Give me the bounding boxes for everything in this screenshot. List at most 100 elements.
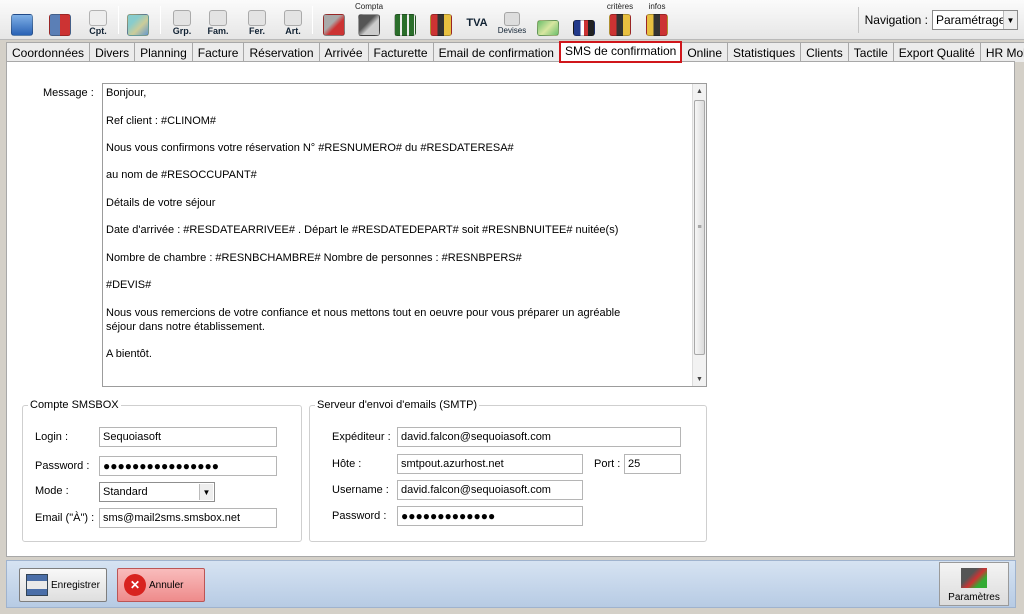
floorplan-icon[interactable] bbox=[391, 4, 419, 36]
tab-clients[interactable]: Clients bbox=[800, 42, 849, 62]
message-line: A bientôt. bbox=[106, 348, 152, 360]
host-label: Hôte : bbox=[332, 458, 362, 470]
tab-online[interactable]: Online bbox=[681, 42, 729, 62]
building-icon[interactable] bbox=[46, 4, 74, 36]
mode-value: Standard bbox=[103, 486, 148, 498]
info-button[interactable]: infos bbox=[643, 2, 671, 36]
smsbox-password-input[interactable]: ●●●●●●●●●●●●●●●● bbox=[99, 456, 277, 476]
scroll-thumb[interactable]: ≡ bbox=[694, 100, 705, 355]
criteria-icon bbox=[609, 14, 631, 36]
smsbox-title: Compte SMSBOX bbox=[28, 399, 121, 411]
smtp-group: Serveur d'envoi d'emails (SMTP) Expédite… bbox=[309, 399, 707, 542]
sender-label: Expéditeur : bbox=[332, 431, 391, 443]
message-textarea[interactable]: Bonjour, Ref client : #CLINOM# Nous vous… bbox=[102, 83, 707, 387]
login-label: Login : bbox=[35, 431, 69, 443]
people-icon[interactable] bbox=[427, 4, 455, 36]
article-button[interactable]: Art. bbox=[279, 4, 307, 36]
message-line: Nous vous confirmons votre réservation N… bbox=[106, 142, 514, 154]
password-label: Password : bbox=[35, 460, 90, 472]
message-line: Bonjour, bbox=[106, 87, 147, 99]
tab-statistiques[interactable]: Statistiques bbox=[727, 42, 802, 62]
tab-facturette[interactable]: Facturette bbox=[367, 42, 434, 62]
tax-button[interactable]: TVA bbox=[463, 4, 491, 36]
chevron-down-icon: ▼ bbox=[1003, 11, 1017, 29]
tab-email-confirmation[interactable]: Email de confirmation bbox=[432, 42, 560, 62]
map-icon[interactable] bbox=[534, 4, 562, 36]
message-label: Message : bbox=[43, 87, 94, 99]
smsbox-email-input[interactable]: sms@mail2sms.smsbox.net bbox=[99, 508, 277, 528]
port-label: Port : bbox=[594, 458, 621, 470]
smtp-host-input[interactable]: smtpout.azurhost.net bbox=[397, 454, 583, 474]
smtp-username-input[interactable]: david.falcon@sequoiasoft.com bbox=[397, 480, 583, 500]
chevron-down-icon: ▼ bbox=[199, 484, 213, 500]
family-button[interactable]: Fam. bbox=[204, 4, 232, 36]
currency-button[interactable]: Devises bbox=[498, 4, 526, 36]
navigation: Navigation : Paramétrage ▼ bbox=[857, 7, 1018, 33]
parameters-button[interactable]: Paramètres bbox=[939, 562, 1009, 606]
accounting-tools-button[interactable]: Compta bbox=[355, 2, 384, 36]
smtp-password-input[interactable]: ●●●●●●●●●●●●● bbox=[397, 506, 583, 526]
message-scrollbar[interactable]: ▲ ≡ ▼ bbox=[692, 84, 706, 386]
navigation-label: Navigation : bbox=[864, 13, 928, 27]
mode-label: Mode : bbox=[35, 485, 69, 497]
scroll-down-icon[interactable]: ▼ bbox=[693, 372, 706, 386]
group-button[interactable]: Grp. bbox=[168, 4, 196, 36]
username-label: Username : bbox=[332, 484, 389, 496]
home-icon[interactable] bbox=[8, 4, 36, 36]
info-label: infos bbox=[648, 2, 666, 11]
tab-facture[interactable]: Facture bbox=[191, 42, 245, 62]
cancel-label: Annuler bbox=[149, 579, 184, 591]
flags-icon[interactable] bbox=[570, 4, 598, 36]
group-icon bbox=[173, 10, 191, 26]
family-icon bbox=[209, 10, 227, 26]
message-line: Détails de votre séjour bbox=[106, 197, 216, 209]
tab-tactile[interactable]: Tactile bbox=[847, 42, 894, 62]
message-line: #DEVIS# bbox=[106, 279, 152, 291]
smtp-sender-input[interactable]: david.falcon@sequoiasoft.com bbox=[397, 427, 681, 447]
navigation-select[interactable]: Paramétrage ▼ bbox=[932, 10, 1018, 30]
sms-settings-panel: Message : Bonjour, Ref client : #CLINOM#… bbox=[6, 61, 1015, 557]
toolbar: Cpt. Grp. Fam. Fer. Art. Compta TVA Devi… bbox=[0, 0, 1024, 40]
tab-reservation[interactable]: Réservation bbox=[243, 42, 320, 62]
cards-icon[interactable] bbox=[124, 4, 152, 36]
closure-label: Fer. bbox=[248, 26, 265, 36]
accounting-tools-label: Compta bbox=[355, 2, 384, 11]
navigation-value: Paramétrage bbox=[936, 13, 1006, 27]
currency-icon bbox=[504, 12, 520, 26]
group-label: Grp. bbox=[172, 26, 192, 36]
cancel-icon: ✕ bbox=[124, 574, 146, 596]
message-line: Nombre de chambre : #RESNBCHAMBRE# Nombr… bbox=[106, 252, 522, 264]
tab-sms-confirmation[interactable]: SMS de confirmation bbox=[558, 41, 683, 63]
floppy-disk-icon bbox=[26, 574, 48, 596]
tab-arrivee[interactable]: Arrivée bbox=[318, 42, 369, 62]
tab-hr-mobile[interactable]: HR Mobile bbox=[979, 42, 1024, 62]
smsbox-group: Compte SMSBOX Login : Sequoiasoft Passwo… bbox=[22, 399, 302, 542]
accounting-tools-icon bbox=[358, 14, 380, 36]
parameters-icon bbox=[961, 568, 987, 588]
info-icon bbox=[646, 14, 668, 36]
tab-export-qualite[interactable]: Export Qualité bbox=[892, 42, 981, 62]
smsbox-login-input[interactable]: Sequoiasoft bbox=[99, 427, 277, 447]
accounting-button[interactable]: Cpt. bbox=[84, 4, 112, 36]
cancel-button[interactable]: ✕ Annuler bbox=[117, 568, 205, 602]
closure-icon bbox=[248, 10, 266, 26]
tab-planning[interactable]: Planning bbox=[134, 42, 193, 62]
action-bar: Enregistrer ✕ Annuler Paramètres bbox=[6, 560, 1016, 608]
closure-button[interactable]: Fer. bbox=[243, 4, 271, 36]
smtp-password-label: Password : bbox=[332, 510, 387, 522]
parameters-label: Paramètres bbox=[948, 592, 1000, 603]
tab-coordonnees[interactable]: Coordonnées bbox=[6, 42, 91, 62]
smsbox-mode-select[interactable]: Standard ▼ bbox=[99, 482, 215, 502]
smtp-port-input[interactable]: 25 bbox=[624, 454, 681, 474]
message-line: Nous vous remercions de votre confiance … bbox=[106, 307, 621, 319]
scroll-up-icon[interactable]: ▲ bbox=[693, 84, 706, 98]
criteria-button[interactable]: critères bbox=[606, 2, 634, 36]
email-label: Email ("À") : bbox=[35, 512, 95, 524]
tools-icon[interactable] bbox=[320, 4, 348, 36]
message-line: séjour dans notre établissement. bbox=[106, 321, 265, 333]
tab-strip: Coordonnées Divers Planning Facture Rése… bbox=[6, 41, 1024, 63]
tab-divers[interactable]: Divers bbox=[89, 42, 136, 62]
criteria-label: critères bbox=[606, 2, 634, 11]
save-button[interactable]: Enregistrer bbox=[19, 568, 107, 602]
article-icon bbox=[284, 10, 302, 26]
